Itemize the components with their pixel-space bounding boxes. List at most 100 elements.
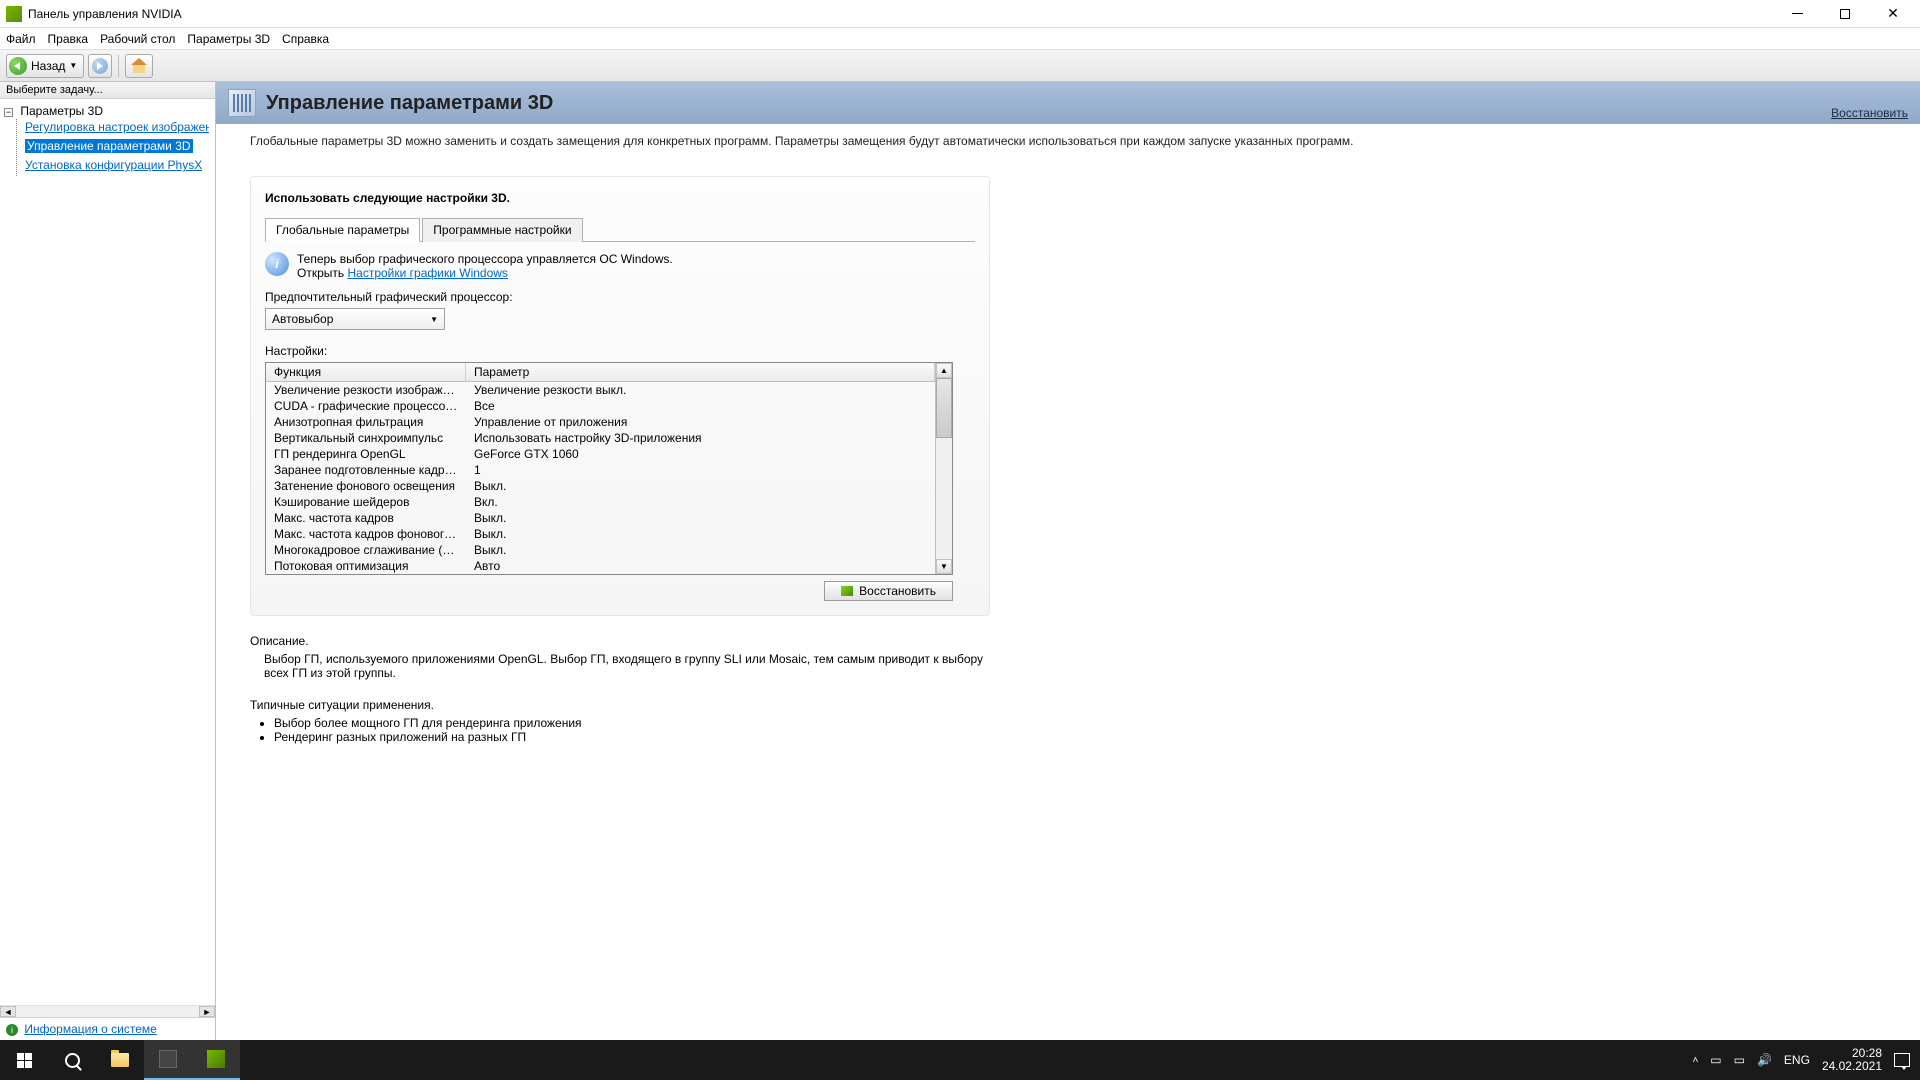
usage-item: Рендеринг разных приложений на разных ГП bbox=[274, 730, 1886, 744]
window-title: Панель управления NVIDIA bbox=[28, 7, 1782, 21]
search-icon bbox=[65, 1053, 80, 1068]
grid-cell-feature: Макс. частота кадров фонового прилож... bbox=[266, 526, 466, 542]
maximize-icon bbox=[1840, 9, 1850, 19]
folder-icon bbox=[111, 1053, 129, 1067]
grid-row[interactable]: CUDA - графические процессорыВсе bbox=[266, 398, 935, 414]
sysinfo-row: i Информация о системе bbox=[0, 1017, 215, 1040]
scroll-track[interactable] bbox=[936, 438, 952, 559]
usage-item: Выбор более мощного ГП для рендеринга пр… bbox=[274, 716, 1886, 730]
taskbar-nvidia[interactable] bbox=[192, 1040, 240, 1080]
grid-cell-feature: Затенение фонового освещения bbox=[266, 478, 466, 494]
menu-desktop[interactable]: Рабочий стол bbox=[100, 32, 175, 46]
page-title: Управление параметрами 3D bbox=[266, 92, 553, 115]
grid-cell-param: 1 bbox=[466, 462, 935, 478]
grid-cell-param: Выкл. bbox=[466, 510, 935, 526]
tree-item-adjust-image[interactable]: Регулировка настроек изображения с п bbox=[25, 120, 209, 134]
restore-button[interactable]: Восстановить bbox=[824, 581, 953, 601]
grid-cell-feature: ГП рендеринга OpenGL bbox=[266, 446, 466, 462]
action-center-icon[interactable] bbox=[1894, 1053, 1910, 1067]
maximize-button[interactable] bbox=[1830, 1, 1860, 26]
menu-file[interactable]: Файл bbox=[6, 32, 36, 46]
taskbar-clock[interactable]: 20:28 24.02.2021 bbox=[1822, 1047, 1882, 1073]
description-title: Описание. bbox=[250, 634, 1886, 648]
scroll-track[interactable] bbox=[16, 1006, 199, 1017]
info-text: Теперь выбор графического процессора упр… bbox=[297, 252, 673, 266]
grid-row[interactable]: Макс. частота кадровВыкл. bbox=[266, 510, 935, 526]
settings-panel: Использовать следующие настройки 3D. Гло… bbox=[250, 176, 990, 616]
grid-cell-param: Выкл. bbox=[466, 526, 935, 542]
grid-row[interactable]: ГП рендеринга OpenGLGeForce GTX 1060 bbox=[266, 446, 935, 462]
grid-cell-param: Авто bbox=[466, 558, 935, 574]
restore-defaults-link[interactable]: Восстановить bbox=[1831, 106, 1908, 120]
grid-row[interactable]: Потоковая оптимизацияАвто bbox=[266, 558, 935, 574]
grid-row[interactable]: Увеличение резкости изображенияУвеличени… bbox=[266, 382, 935, 398]
tree-item-manage-3d[interactable]: Управление параметрами 3D bbox=[25, 139, 193, 153]
sidebar-hscroll[interactable]: ◄ ► bbox=[0, 1005, 215, 1017]
tree-root-label[interactable]: Параметры 3D bbox=[20, 104, 103, 118]
menu-params3d[interactable]: Параметры 3D bbox=[187, 32, 270, 46]
app-icon bbox=[159, 1050, 177, 1068]
grid-row[interactable]: Затенение фонового освещенияВыкл. bbox=[266, 478, 935, 494]
page-intro: Глобальные параметры 3D можно заменить и… bbox=[250, 134, 1886, 148]
close-button[interactable]: ✕ bbox=[1878, 1, 1908, 26]
volume-icon[interactable]: 🔊 bbox=[1757, 1053, 1772, 1067]
scroll-left-icon[interactable]: ◄ bbox=[0, 1006, 16, 1017]
windows-graphics-link[interactable]: Настройки графики Windows bbox=[347, 266, 507, 280]
menu-edit[interactable]: Правка bbox=[48, 32, 89, 46]
info-banner: i Теперь выбор графического процессора у… bbox=[265, 252, 975, 280]
grid-row[interactable]: Анизотропная фильтрацияУправление от при… bbox=[266, 414, 935, 430]
grid-row[interactable]: Заранее подготовленные кадры виртуа...1 bbox=[266, 462, 935, 478]
tray-overflow-icon[interactable]: ˄ bbox=[1692, 1055, 1698, 1066]
grid-header: Функция Параметр bbox=[266, 363, 935, 382]
settings-grid: Функция Параметр Увеличение резкости изо… bbox=[265, 362, 953, 575]
nav-divider bbox=[118, 55, 119, 77]
settings-tabs: Глобальные параметры Программные настрой… bbox=[265, 217, 975, 242]
start-button[interactable] bbox=[0, 1040, 48, 1080]
col-feature[interactable]: Функция bbox=[266, 363, 466, 381]
battery-icon[interactable]: ▭ bbox=[1710, 1053, 1721, 1067]
grid-vscroll[interactable]: ▲ ▼ bbox=[935, 363, 952, 574]
taskbar-explorer[interactable] bbox=[96, 1040, 144, 1080]
col-param[interactable]: Параметр bbox=[466, 363, 935, 381]
menubar: Файл Правка Рабочий стол Параметры 3D Сп… bbox=[0, 28, 1920, 50]
info-icon: i bbox=[6, 1024, 18, 1036]
grid-cell-param: GeForce GTX 1060 bbox=[466, 446, 935, 462]
restore-button-label: Восстановить bbox=[859, 584, 936, 598]
grid-row[interactable]: Макс. частота кадров фонового прилож...В… bbox=[266, 526, 935, 542]
chevron-down-icon: ▼ bbox=[430, 315, 438, 324]
tree-collapse-icon[interactable]: − bbox=[4, 108, 13, 117]
taskbar-app-1[interactable] bbox=[144, 1040, 192, 1080]
grid-cell-param: Вкл. bbox=[466, 494, 935, 510]
tab-global[interactable]: Глобальные параметры bbox=[265, 218, 420, 242]
tab-program[interactable]: Программные настройки bbox=[422, 218, 582, 242]
grid-row[interactable]: Вертикальный синхроимпульсИспользовать н… bbox=[266, 430, 935, 446]
taskbar: ˄ ▭ ▭ 🔊 ENG 20:28 24.02.2021 bbox=[0, 1040, 1920, 1080]
pref-gpu-combo[interactable]: Автовыбор ▼ bbox=[265, 308, 445, 330]
usage-list: Выбор более мощного ГП для рендеринга пр… bbox=[274, 716, 1886, 744]
network-icon[interactable]: ▭ bbox=[1734, 1053, 1745, 1067]
nav-forward-button[interactable] bbox=[88, 54, 112, 78]
tree-item-physx[interactable]: Установка конфигурации PhysX bbox=[25, 158, 202, 172]
clock-date: 24.02.2021 bbox=[1822, 1060, 1882, 1073]
language-indicator[interactable]: ENG bbox=[1784, 1053, 1810, 1067]
arrow-left-icon bbox=[9, 57, 27, 75]
grid-cell-feature: Анизотропная фильтрация bbox=[266, 414, 466, 430]
minimize-button[interactable] bbox=[1782, 1, 1812, 26]
grid-row[interactable]: Многокадровое сглаживание (MFAA)Выкл. bbox=[266, 542, 935, 558]
pref-gpu-value: Автовыбор bbox=[272, 312, 333, 326]
grid-cell-feature: Макс. частота кадров bbox=[266, 510, 466, 526]
scroll-right-icon[interactable]: ► bbox=[199, 1006, 215, 1017]
sysinfo-link[interactable]: Информация о системе bbox=[24, 1022, 156, 1036]
nav-back-button[interactable]: Назад ▼ bbox=[6, 54, 84, 78]
close-icon: ✕ bbox=[1887, 5, 1899, 22]
grid-cell-feature: Многокадровое сглаживание (MFAA) bbox=[266, 542, 466, 558]
scroll-thumb[interactable] bbox=[936, 378, 952, 438]
scroll-up-icon[interactable]: ▲ bbox=[936, 363, 952, 378]
sidebar: Выберите задачу... − Параметры 3D Регули… bbox=[0, 82, 216, 1040]
nav-home-button[interactable] bbox=[125, 54, 153, 78]
nvidia-chip-icon bbox=[841, 586, 853, 596]
grid-row[interactable]: Кэширование шейдеровВкл. bbox=[266, 494, 935, 510]
menu-help[interactable]: Справка bbox=[282, 32, 329, 46]
taskbar-search[interactable] bbox=[48, 1040, 96, 1080]
scroll-down-icon[interactable]: ▼ bbox=[936, 559, 952, 574]
